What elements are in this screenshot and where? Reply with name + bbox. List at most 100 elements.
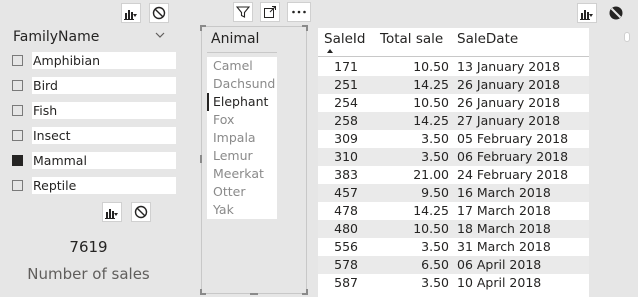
animal-slicer-item[interactable]: Camel [207,57,277,75]
checkbox[interactable] [12,105,23,116]
cell-saledate: 05 February 2018 [457,131,569,146]
cell-saledate: 31 March 2018 [457,239,551,254]
resize-handle[interactable] [302,25,308,31]
checkbox[interactable] [12,55,23,66]
chevron-down-icon[interactable] [155,31,165,39]
cell-total-sale: 3.50 [421,149,449,164]
funnel-icon[interactable] [233,2,253,22]
animal-slicer-item[interactable]: Elephant [207,93,277,111]
cell-saleid: 556 [334,239,358,254]
checkbox[interactable] [12,80,23,91]
animal-slicer-item[interactable]: Meerkat [207,165,277,183]
family-slicer-item-label: Fish [32,102,176,119]
animal-slicer-header: Animal [211,31,260,47]
family-slicer-header: FamilyName [13,29,100,45]
prohibited-icon[interactable] [606,3,626,23]
cell-saledate: 06 April 2018 [457,257,542,272]
cell-saleid: 251 [334,77,358,92]
table-row[interactable]: 480 10.50 18 March 2018 [318,220,589,238]
checkbox[interactable] [12,130,23,141]
animal-slicer-item[interactable]: Otter [207,183,277,201]
cell-total-sale: 14.25 [413,77,449,92]
scrollbar-track[interactable] [622,30,630,297]
scrollbar-thumb[interactable] [624,32,630,42]
table-header: SaleId Total sale SaleDate [318,28,589,57]
cell-saledate: 27 January 2018 [457,113,561,128]
table-row[interactable]: 310 3.50 06 February 2018 [318,148,589,166]
table-row[interactable]: 478 14.25 17 March 2018 [318,202,589,220]
prohibited-icon[interactable] [131,202,151,222]
animal-slicer-item[interactable]: Yak [207,201,277,219]
card-label: Number of sales [27,265,150,283]
checkbox[interactable] [12,155,23,166]
column-header-saleid[interactable]: SaleId [324,31,365,47]
table-row[interactable]: 171 10.50 13 January 2018 [318,58,589,76]
family-slicer-item-label: Amphibian [32,52,176,69]
table-body: 171 10.50 13 January 2018 251 14.25 26 Januar… [318,58,589,292]
family-slicer-item-label: Reptile [32,177,176,194]
animal-slicer-item[interactable]: Lemur [207,147,277,165]
table-row[interactable]: 383 21.00 24 February 2018 [318,166,589,184]
resize-handle[interactable] [302,289,308,295]
table-row[interactable]: 457 9.50 16 March 2018 [318,184,589,202]
animal-slicer-item[interactable]: Fox [207,111,277,129]
table-row[interactable]: 587 3.50 10 April 2018 [318,274,589,292]
family-slicer-item[interactable]: Amphibian [12,52,176,69]
cell-total-sale: 3.50 [421,239,449,254]
family-slicer-item[interactable]: Bird [12,77,176,94]
cell-saledate: 26 January 2018 [457,77,561,92]
cell-saleid: 310 [334,149,358,164]
sales-table: SaleId Total sale SaleDate 171 10.50 13 Ja… [318,28,589,297]
resize-handle[interactable] [250,289,258,295]
cell-saledate: 06 February 2018 [457,149,569,164]
cell-saleid: 480 [334,221,358,236]
visual-filter-icon[interactable] [577,3,597,23]
family-slicer-item[interactable]: Insect [12,127,176,144]
cell-total-sale: 9.50 [421,185,449,200]
cell-total-sale: 10.50 [413,59,449,74]
cell-saleid: 457 [334,185,358,200]
cell-saledate: 26 January 2018 [457,95,561,110]
animal-slicer-item[interactable]: Dachsund [207,75,277,93]
visual-filter-icon[interactable] [121,3,141,23]
cell-saledate: 10 April 2018 [457,275,542,290]
resize-handle[interactable] [200,289,206,295]
cell-total-sale: 10.50 [413,95,449,110]
cell-saleid: 254 [334,95,358,110]
cell-saleid: 578 [334,257,358,272]
cell-total-sale: 21.00 [413,167,449,182]
sort-ascending-icon [327,49,333,53]
visual-filter-icon[interactable] [102,202,122,222]
focus-mode-icon[interactable] [260,2,280,22]
cell-saleid: 171 [334,59,358,74]
cell-saledate: 24 February 2018 [457,167,569,182]
table-row[interactable]: 258 14.25 27 January 2018 [318,112,589,130]
cell-saleid: 383 [334,167,358,182]
table-row[interactable]: 254 10.50 26 January 2018 [318,94,589,112]
cell-total-sale: 14.25 [413,113,449,128]
table-row[interactable]: 556 3.50 31 March 2018 [318,238,589,256]
table-row[interactable]: 578 6.50 06 April 2018 [318,256,589,274]
family-slicer-item[interactable]: Fish [12,102,176,119]
cell-saledate: 18 March 2018 [457,221,551,236]
cell-saledate: 13 January 2018 [457,59,561,74]
family-slicer-item-label: Insect [32,127,176,144]
prohibited-icon[interactable] [149,3,169,23]
column-header-saledate[interactable]: SaleDate [457,31,518,47]
column-header-total-sale[interactable]: Total sale [380,31,443,47]
more-options-icon[interactable] [287,2,311,22]
resize-handle[interactable] [200,155,206,163]
cell-saleid: 309 [334,131,358,146]
family-slicer-item[interactable]: Mammal [12,152,176,169]
animal-slicer-list: Camel Dachsund Elephant Fox Impala Lemur Meerk… [207,57,277,219]
family-slicer-item[interactable]: Reptile [12,177,176,194]
card-value: 7619 [69,238,108,256]
cell-saledate: 17 March 2018 [457,203,551,218]
table-row[interactable]: 309 3.50 05 February 2018 [318,130,589,148]
cell-total-sale: 3.50 [421,275,449,290]
checkbox[interactable] [12,180,23,191]
resize-handle[interactable] [200,25,206,31]
table-row[interactable]: 251 14.25 26 January 2018 [318,76,589,94]
cell-total-sale: 10.50 [413,221,449,236]
animal-slicer-item[interactable]: Impala [207,129,277,147]
